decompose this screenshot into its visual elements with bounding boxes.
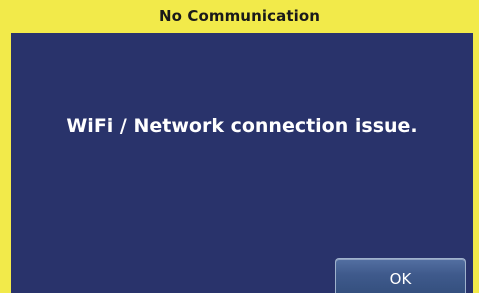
- error-message: WiFi / Network connection issue.: [66, 115, 418, 137]
- ok-button-label: OK: [389, 270, 412, 288]
- ok-button[interactable]: OK: [335, 258, 466, 293]
- no-communication-dialog: No Communication WiFi / Network connecti…: [0, 0, 479, 293]
- dialog-title: No Communication: [158, 7, 321, 25]
- dialog-title-bar: No Communication: [0, 0, 479, 32]
- dialog-content: WiFi / Network connection issue. OK: [11, 33, 473, 293]
